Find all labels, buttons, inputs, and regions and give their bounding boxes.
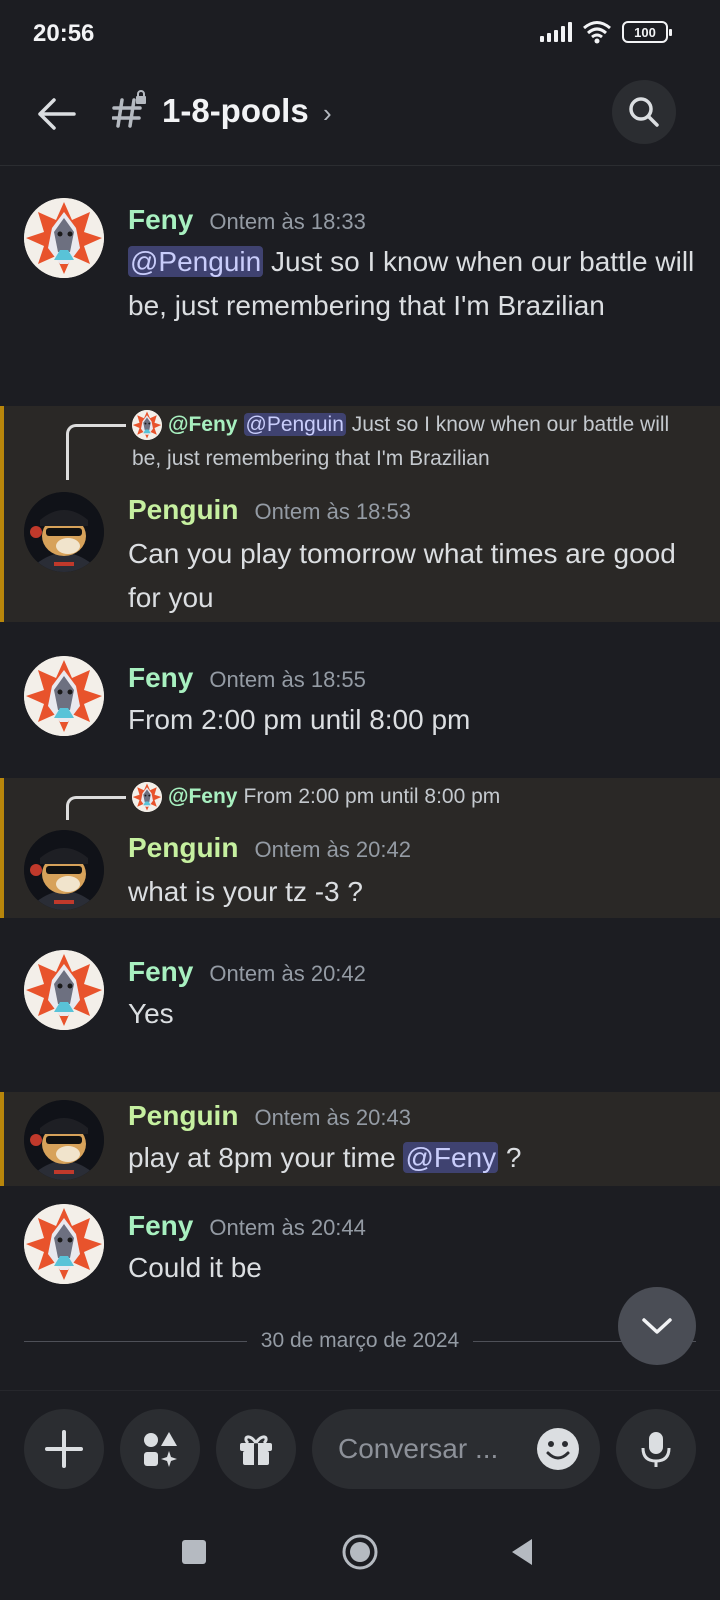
apps-button[interactable]: [120, 1409, 200, 1489]
message-author[interactable]: Feny: [128, 662, 193, 694]
message-author[interactable]: Penguin: [128, 832, 238, 864]
back-button[interactable]: [30, 88, 82, 140]
triangle-back-icon: [512, 1539, 532, 1565]
message[interactable]: Penguin Ontem às 20:43 play at 8pm your …: [0, 1092, 720, 1186]
message[interactable]: @Feny @Penguin Just so I know when our ba…: [0, 406, 720, 622]
message-timestamp: Ontem às 18:55: [209, 667, 366, 692]
circle-icon: [342, 1534, 378, 1570]
plus-icon: [45, 1430, 83, 1468]
message-list[interactable]: Feny Ontem às 18:33 @Penguin Just so I k…: [0, 166, 720, 1388]
reply-preview[interactable]: @Feny From 2:00 pm until 8:00 pm: [132, 780, 692, 814]
search-icon: [629, 97, 659, 127]
divider-date: 30 de março de 2024: [260, 1329, 460, 1352]
channel-name[interactable]: 1-8-pools: [162, 92, 309, 130]
reply-connector: [66, 424, 126, 480]
channel-chevron-icon[interactable]: ›: [323, 98, 332, 129]
date-divider: 30 de março de 2024: [24, 1326, 697, 1356]
back-arrow-icon: [38, 98, 76, 130]
message-timestamp: Ontem às 18:33: [209, 209, 366, 234]
message-author[interactable]: Penguin: [128, 494, 238, 526]
apps-shapes-icon: [144, 1432, 177, 1467]
avatar[interactable]: [24, 1204, 104, 1284]
status-time: 20:56: [33, 20, 95, 47]
channel-header: 1-8-pools ›: [0, 70, 720, 166]
gift-button[interactable]: [216, 1409, 296, 1489]
message-timestamp: Ontem às 18:53: [254, 499, 411, 524]
reply-text: From 2:00 pm until 8:00 pm: [243, 785, 501, 808]
microphone-icon: [641, 1432, 671, 1467]
reply-avatar: [132, 782, 162, 813]
system-nav-bar: [0, 1502, 720, 1600]
message-author[interactable]: Feny: [128, 204, 193, 236]
message-timestamp: Ontem às 20:44: [209, 1215, 366, 1240]
avatar[interactable]: [24, 198, 104, 278]
message[interactable]: @Feny From 2:00 pm until 8:00 pm Penguin …: [0, 778, 720, 918]
message-author[interactable]: Feny: [128, 1210, 193, 1242]
home-button[interactable]: [340, 1532, 380, 1572]
status-bar: 20:56 100: [0, 0, 720, 70]
square-icon: [182, 1540, 206, 1564]
reply-connector: [66, 796, 126, 820]
avatar[interactable]: [24, 1100, 104, 1180]
message-text: Yes: [128, 998, 174, 1029]
voice-message-button[interactable]: [616, 1409, 696, 1489]
channel-hash-lock-icon: [112, 90, 146, 128]
recents-button[interactable]: [174, 1532, 214, 1572]
user-mention[interactable]: @Penguin: [243, 413, 346, 436]
back-nav-button[interactable]: [502, 1532, 542, 1572]
reply-author[interactable]: @Feny: [168, 413, 238, 436]
message-input[interactable]: Conversar ...: [312, 1409, 600, 1489]
attach-button[interactable]: [24, 1409, 104, 1489]
message-timestamp: Ontem às 20:42: [254, 837, 411, 862]
avatar[interactable]: [24, 830, 104, 910]
message-input-placeholder: Conversar ...: [338, 1433, 499, 1464]
search-button[interactable]: [612, 80, 676, 144]
wifi-icon: [583, 21, 611, 44]
user-mention[interactable]: @Feny: [403, 1142, 499, 1173]
message[interactable]: Feny Ontem às 20:44 Could it be: [0, 1192, 720, 1302]
reply-avatar: [132, 410, 162, 441]
avatar[interactable]: [24, 656, 104, 736]
message-text: what is your tz -3 ?: [128, 876, 363, 907]
status-icons: 100: [540, 20, 672, 44]
message-text: @Penguin Just so I know when our battle …: [128, 246, 695, 321]
reply-author[interactable]: @Feny: [168, 785, 238, 808]
message-text: Can you play tomorrow what times are goo…: [128, 538, 676, 613]
message-text: From 2:00 pm until 8:00 pm: [128, 704, 471, 735]
gift-icon: [240, 1435, 272, 1465]
message-author[interactable]: Penguin: [128, 1100, 238, 1132]
message-timestamp: Ontem às 20:42: [209, 961, 366, 986]
message-timestamp: Ontem às 20:43: [254, 1105, 411, 1130]
chevron-down-icon: [642, 1318, 672, 1334]
battery-icon: 100: [622, 21, 672, 43]
message[interactable]: Feny Ontem às 18:33 @Penguin Just so I k…: [0, 186, 720, 376]
reply-preview[interactable]: @Feny @Penguin Just so I know when our ba…: [132, 408, 692, 476]
divider-line: [24, 1340, 247, 1342]
message-text: play at 8pm your time @Feny ?: [128, 1142, 522, 1173]
message[interactable]: Feny Ontem às 18:55 From 2:00 pm until 8…: [0, 644, 720, 754]
message-composer: Conversar ...: [0, 1390, 720, 1502]
user-mention[interactable]: @Penguin: [128, 246, 264, 277]
signal-icon: [540, 22, 572, 42]
jump-to-bottom-button[interactable]: [618, 1287, 696, 1365]
avatar[interactable]: [24, 492, 104, 572]
avatar[interactable]: [24, 950, 104, 1030]
message-text: Could it be: [128, 1252, 262, 1283]
message[interactable]: Feny Ontem às 20:42 Yes: [0, 938, 720, 1048]
emoji-icon[interactable]: [536, 1427, 580, 1471]
message-author[interactable]: Feny: [128, 956, 193, 988]
